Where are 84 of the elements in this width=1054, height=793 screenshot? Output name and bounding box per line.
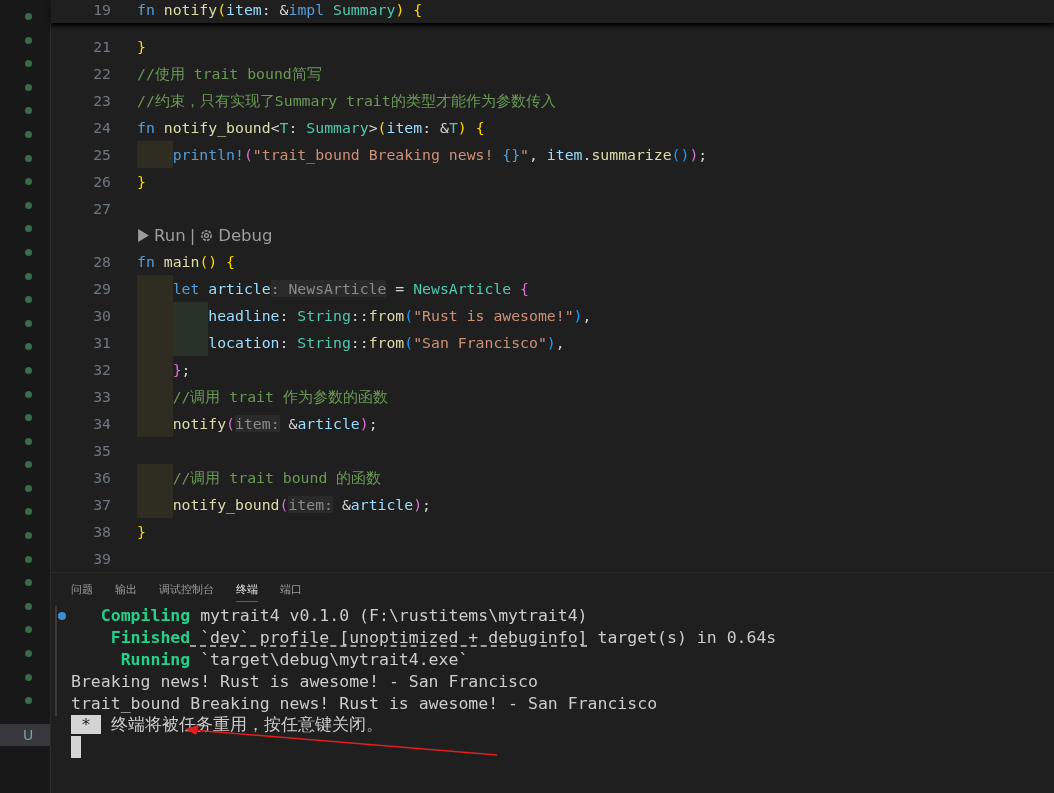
line-number: 30 [92, 307, 111, 324]
change-dot [24, 650, 32, 658]
line-number: 37 [92, 496, 111, 513]
gear-icon [199, 227, 215, 243]
command-status-dot [58, 612, 66, 620]
change-dot [24, 248, 32, 256]
change-dot [24, 437, 32, 445]
terminal-line: Running `target\debug\mytrait4.exe` [119, 649, 469, 669]
code-line: } [137, 172, 146, 192]
code-line: //约束，只有实现了Summary trait的类型才能作为参数传入 [137, 91, 556, 111]
line-number: 29 [92, 280, 111, 297]
change-dot [24, 414, 32, 422]
terminal-line: Finished `dev` profile [unoptimized + debuginfo] target(s) in 0.64s [109, 627, 777, 647]
terminal-line: Compiling mytrait4 v0.1.0 (F:\rustitems\mytrait4) [99, 605, 588, 625]
terminal-line: trait_bound Breaking news! Rust is awesome! - San Francisco [71, 693, 658, 713]
panel-tab[interactable]: 终端 [236, 575, 258, 602]
run-link[interactable]: Run [137, 225, 186, 245]
code-line: } [137, 522, 146, 542]
change-dot [24, 60, 32, 68]
change-dot [24, 555, 32, 563]
line-number: 21 [92, 38, 111, 55]
code-line: let article: NewsArticle = NewsArticle { [137, 275, 529, 302]
change-dot [24, 626, 32, 634]
code-line: fn notify_bound<T: Summary>(item: &T) { [137, 118, 485, 139]
panel-tab[interactable]: 输出 [115, 575, 137, 602]
change-dot [24, 697, 32, 705]
terminal-line: Breaking news! Rust is awesome! - San Francisco [71, 671, 538, 691]
change-dot [24, 673, 32, 681]
change-dot [24, 272, 32, 280]
line-number: 36 [92, 469, 111, 486]
line-number: 25 [92, 146, 111, 163]
change-dot [24, 130, 32, 138]
line-number: 39 [92, 550, 111, 567]
change-dot [24, 484, 32, 492]
code-line: //使用 trait bound简写 [137, 64, 322, 84]
panel-tab[interactable]: 端口 [280, 575, 302, 602]
change-dot [24, 225, 32, 233]
change-dot [24, 296, 32, 304]
code-line: //调用 trait 作为参数的函数 [137, 383, 388, 410]
code-line: notify_bound(item: &article); [137, 491, 432, 518]
change-dot [24, 83, 32, 91]
panel-tab[interactable]: 问题 [71, 575, 93, 602]
line-number: 19 [92, 1, 111, 18]
code-line: //调用 trait bound 的函数 [137, 464, 382, 491]
code-line: location: String::from("San Francisco"), [137, 329, 565, 356]
line-number: 28 [92, 253, 111, 270]
change-dot [24, 390, 32, 398]
code-line: fn notify(item: &impl Summary) { [137, 0, 423, 20]
code-line: fn main() { [137, 252, 235, 272]
panel-tab[interactable]: 调试控制台 [159, 575, 214, 602]
change-dot [24, 13, 32, 20]
change-dot [24, 579, 32, 587]
change-dot [24, 343, 32, 351]
line-number: 34 [92, 415, 111, 432]
line-number: 27 [92, 200, 111, 217]
change-dot [24, 602, 32, 610]
line-number: 33 [92, 388, 111, 405]
change-dot [24, 366, 32, 374]
change-dot [24, 178, 32, 186]
line-number: 38 [92, 523, 111, 540]
line-number: 24 [92, 119, 111, 136]
terminal-cursor [71, 736, 81, 758]
line-number: 31 [92, 334, 111, 351]
change-dot [24, 461, 32, 469]
change-dot [24, 154, 32, 162]
change-dot [24, 508, 32, 516]
code-line: headline: String::from("Rust is awesome!"), [137, 302, 592, 329]
code-line: println!("trait_bound Breaking news! {}", item.summarize()); [137, 141, 708, 168]
line-number: 35 [92, 442, 111, 459]
gutter-letter: U [22, 727, 34, 744]
change-dot [24, 36, 32, 44]
line-number: 23 [92, 92, 111, 109]
separator: | [189, 225, 196, 245]
debug-link[interactable]: Debug [199, 225, 273, 245]
change-dot [24, 319, 32, 327]
code-line: notify(item: &article); [137, 410, 378, 437]
change-dot [24, 532, 32, 540]
code-line: } [137, 37, 146, 57]
change-dot [24, 107, 32, 115]
change-dot [24, 201, 32, 209]
line-number: 26 [92, 173, 111, 190]
line-number: 32 [92, 361, 111, 378]
play-icon [137, 227, 150, 243]
line-number: 22 [92, 65, 111, 82]
